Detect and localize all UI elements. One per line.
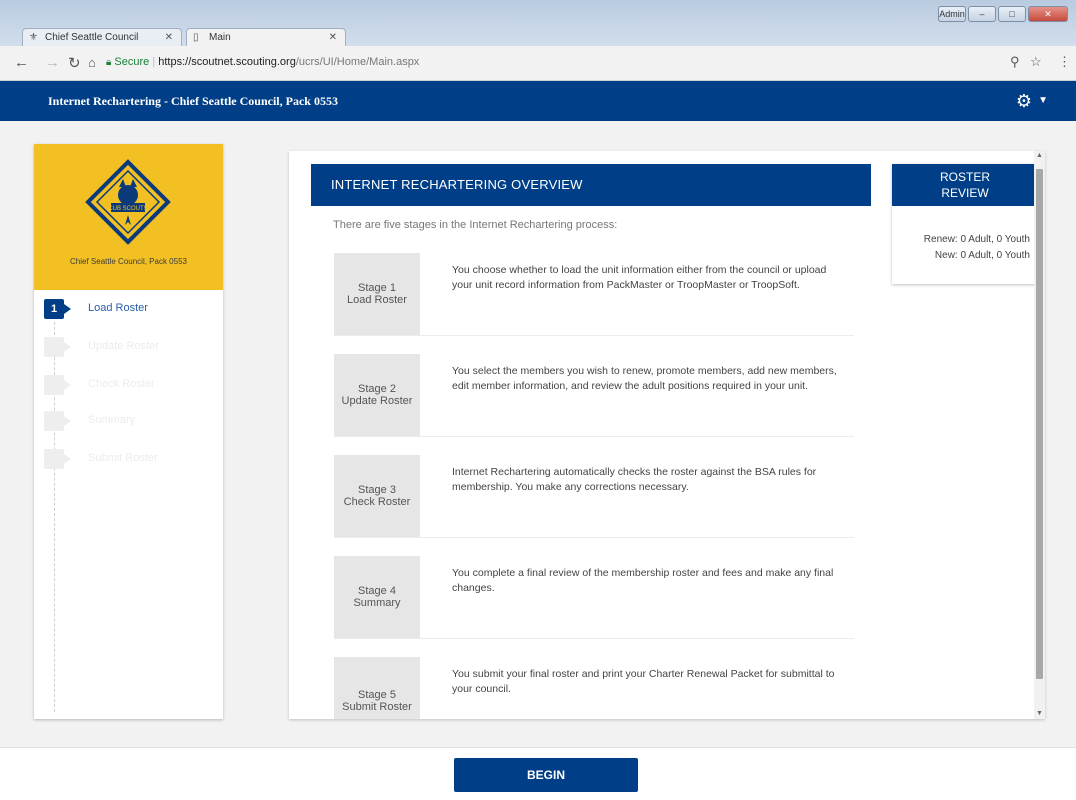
scroll-thumb[interactable] [1036,169,1043,679]
gear-icon[interactable]: ⚙ [1016,91,1032,112]
stage-row: Stage 5 Submit Roster You submit your fin… [334,657,854,719]
browser-titlebar: ⚜ Chief Seattle Council ✕ ▯ Main ✕ Admin… [0,0,1076,46]
cub-scouts-logo: CUB SCOUTS [85,159,171,245]
lock-icon: 🔒︎ [106,57,112,68]
tab-main[interactable]: ▯ Main ✕ [186,28,346,46]
renew-count: Renew: 0 Adult, 0 Youth [923,234,1030,245]
maximize-button[interactable]: □ [998,6,1026,22]
stage-row: Stage 4 Summary You complete a final revi… [334,556,854,639]
stage-label: Stage 2 Update Roster [334,354,420,436]
step-update-roster: 2 Update Roster [44,337,194,357]
step-label: Submit Roster [88,452,158,464]
user-badge: Admin [938,6,966,22]
step-label: Check Roster [88,378,155,390]
council-label: Chief Seattle Council, Pack 0553 [70,257,187,266]
stage-description: You choose whether to load the unit info… [452,264,827,291]
overview-title: INTERNET RECHARTERING OVERVIEW [311,164,871,206]
step-summary: 4 Summary [44,411,194,431]
scrollbar[interactable]: ▲ ▼ [1034,151,1045,719]
page-icon: ▯ [193,32,199,43]
stage-description: You complete a final review of the membe… [452,567,834,594]
stage-row: Stage 2 Update Roster You select the memb… [334,354,854,437]
step-label: Load Roster [88,302,148,314]
close-icon[interactable]: ✕ [165,29,173,47]
home-icon[interactable]: ⌂ [88,55,96,70]
new-count: New: 0 Adult, 0 Youth [934,250,1030,261]
minimize-button[interactable]: – [968,6,996,22]
stage-label: Stage 5 Submit Roster [334,657,420,719]
step-submit-roster: 5 Submit Roster [44,449,194,469]
stage-label: Stage 1 Load Roster [334,253,420,335]
reload-icon[interactable]: ↻ [68,54,81,72]
star-icon[interactable]: ☆ [1030,54,1042,70]
tab-label: Main [209,32,231,43]
step-check-roster: 3 Check Roster [44,375,194,395]
window-close-button[interactable]: ✕ [1028,6,1068,22]
fleur-de-lis-icon: ⚜ [29,32,38,43]
stage-label: Stage 3 Check Roster [334,455,420,537]
begin-button[interactable]: BEGIN [454,758,638,792]
step-load-roster[interactable]: 1 Load Roster [44,299,194,319]
scroll-up-icon[interactable]: ▲ [1034,151,1045,161]
step-number: 2 [44,337,71,357]
step-number: 3 [44,375,71,395]
stage-label: Stage 4 Summary [334,556,420,638]
address-bar: ← → ↻ ⌂ 🔒︎ Secure | https://scoutnet.sco… [0,46,1076,81]
step-label: Summary [88,414,136,426]
stage-description: You submit your final roster and print y… [452,668,835,695]
stage-row: Stage 1 Load Roster You choose whether to… [334,253,854,336]
stage-row: Stage 3 Check Roster Internet Recharterin… [334,455,854,538]
main-panel: INTERNET RECHARTERING OVERVIEW There are… [289,151,1045,719]
tab-label: Chief Seattle Council [45,32,139,43]
extension-icon[interactable]: ⚲ [1010,54,1020,70]
roster-review-card: ROSTER REVIEW Renew: 0 Adult, 0 Youth New… [892,164,1038,284]
menu-icon[interactable]: ⋮ [1058,54,1071,70]
footer: BEGIN [0,747,1076,800]
window-controls: Admin – □ ✕ [938,6,1068,22]
tab-chief-seattle-council[interactable]: ⚜ Chief Seattle Council ✕ [22,28,182,46]
stage-description: You select the members you wish to renew… [452,365,837,392]
secure-label: Secure [114,56,150,68]
roster-review-title: ROSTER REVIEW [892,164,1038,206]
step-number: 4 [44,411,71,431]
page-title: Internet Rechartering - Chief Seattle Co… [48,94,338,108]
url-input[interactable]: 🔒︎ Secure | https://scoutnet.scouting.or… [106,52,1006,72]
forward-arrow-icon[interactable]: → [45,54,60,71]
logo-text: CUB SCOUTS [108,206,147,212]
url-path: /ucrs/UI/Home/Main.aspx [295,56,420,68]
sidebar-brand: CUB SCOUTS Chief Seattle Council, Pack 0… [34,144,223,290]
overview-intro: There are five stages in the Internet Re… [333,219,618,231]
step-number: 1 [44,299,71,319]
app-header: Internet Rechartering - Chief Seattle Co… [0,81,1076,121]
close-icon[interactable]: ✕ [329,29,337,47]
stage-description: Internet Rechartering automatically chec… [452,466,817,493]
step-label: Update Roster [88,340,159,352]
url-host: https://scoutnet.scouting.org [158,56,296,68]
scroll-down-icon[interactable]: ▼ [1034,709,1045,719]
chevron-down-icon[interactable]: ▼ [1038,95,1048,106]
back-arrow-icon[interactable]: ← [14,54,29,71]
step-number: 5 [44,449,71,469]
sidebar: CUB SCOUTS Chief Seattle Council, Pack 0… [34,144,223,719]
